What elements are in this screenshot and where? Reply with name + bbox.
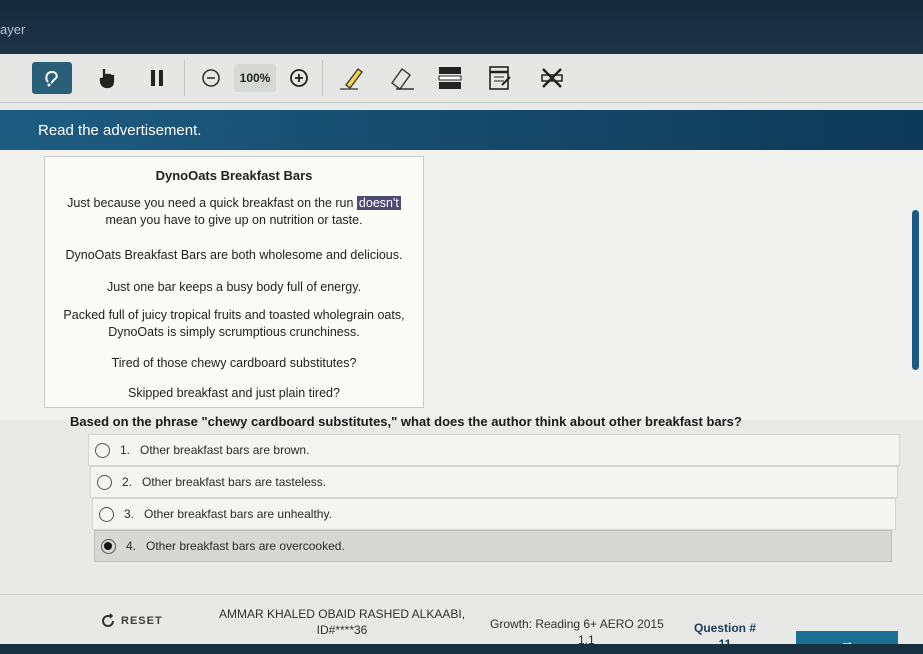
footer-bar: RESET AMMAR KHALED OBAID RASHED ALKAABI,… [0,594,923,651]
passage-text: Just because you need a quick breakfast … [67,196,357,210]
option-number: 3. [124,507,135,521]
passage-line: DynoOats Breakfast Bars are both wholeso… [65,248,403,262]
passage-line: DynoOats is simply scrumptious crunchine… [108,325,360,339]
option-number: 2. [122,475,133,489]
zoom-out-icon[interactable] [198,62,224,94]
answer-option[interactable]: 1. Other breakfast bars are brown. [88,434,900,466]
option-number: 4. [126,539,137,553]
option-label: Other breakfast bars are brown. [140,443,310,457]
highlighter-icon[interactable] [336,62,370,94]
question-text: Based on the phrase "chewy cardboard sub… [70,414,742,429]
radio-button[interactable] [95,442,110,458]
toolbar: 100% [0,54,923,103]
highlighted-word[interactable]: doesn't [356,196,401,210]
test-name: Growth: Reading 6+ AERO 2015 [490,617,664,631]
zoom-level: 100% [234,64,276,92]
pointer-hand-icon[interactable] [94,62,120,94]
answer-option-selected[interactable]: 4. Other breakfast bars are overcooked. [94,530,892,562]
option-label: Other breakfast bars are tasteless. [142,475,327,489]
passage-line: Packed full of juicy tropical fruits and… [63,308,405,322]
passage-box: DynoOats Breakfast Bars Just because you… [44,156,424,408]
question-number-label: Question # [694,621,757,635]
radio-button[interactable] [97,474,112,490]
passage-line: Tired of those chewy cardboard substitut… [111,356,357,370]
strikethrough-icon[interactable] [538,62,566,94]
radio-button[interactable] [99,506,114,522]
zoom-in-icon[interactable] [286,62,312,94]
reset-button[interactable]: RESET [100,613,163,629]
window-title: ayer [0,22,26,37]
toolbar-separator [322,60,323,96]
pause-icon[interactable] [146,62,168,94]
reset-icon [102,613,114,627]
instruction-text: Read the advertisement. [38,122,202,139]
instruction-banner: Read the advertisement. [0,110,923,150]
student-id: ID#****36 [316,623,368,637]
radio-button-selected[interactable] [101,538,116,554]
line-reader-icon[interactable] [436,62,464,94]
toolbar-separator [184,60,185,96]
screen-bottom-edge [0,644,923,654]
passage-scrollbar[interactable] [912,210,919,370]
reset-label: RESET [121,615,163,627]
option-label: Other breakfast bars are overcooked. [146,539,345,553]
answer-option[interactable]: 2. Other breakfast bars are tasteless. [90,466,898,498]
audio-icon[interactable] [32,62,72,94]
test-app: 100% Read the advertisement. DynoOats Br… [0,54,923,651]
option-number: 1. [120,443,131,457]
option-label: Other breakfast bars are unhealthy. [144,507,332,521]
passage-line: Skipped breakfast and just plain tired? [128,386,340,400]
passage-line: mean you have to give up on nutrition or… [105,213,363,227]
window-titlebar: ayer [0,0,923,54]
answer-option[interactable]: 3. Other breakfast bars are unhealthy. [92,498,896,530]
passage-line: Just one bar keeps a busy body full of e… [106,280,362,294]
passage-area: DynoOats Breakfast Bars Just because you… [0,150,923,420]
notepad-icon[interactable] [486,62,514,94]
passage-line: Just because you need a quick breakfast … [45,195,423,212]
eraser-icon[interactable] [384,62,418,94]
passage-title: DynoOats Breakfast Bars [155,168,313,183]
student-name: AMMAR KHALED OBAID RASHED ALKAABI, [218,607,466,621]
student-info: AMMAR KHALED OBAID RASHED ALKAABI, ID#**… [212,606,472,638]
